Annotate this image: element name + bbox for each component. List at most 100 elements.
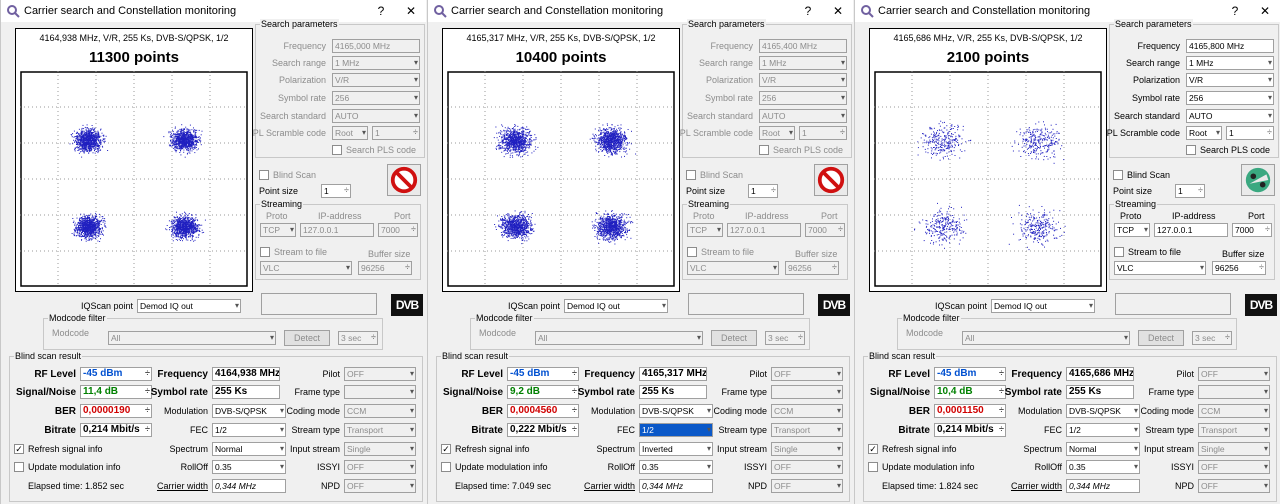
blind-scan-checkbox[interactable]: [686, 170, 696, 180]
pl-scramble-code[interactable]: 1: [1226, 126, 1274, 140]
proto-select[interactable]: TCP: [260, 223, 296, 237]
help-button[interactable]: ?: [1220, 4, 1250, 18]
search-standard-select[interactable]: AUTO: [1186, 109, 1274, 123]
iqscan-select[interactable]: Demod IQ out: [991, 299, 1095, 313]
detect-button[interactable]: Detect: [1138, 330, 1184, 346]
port-spinner[interactable]: 7000: [805, 223, 845, 237]
search-range-label: Search range: [271, 58, 326, 68]
pl-scramble-code[interactable]: 1: [372, 126, 420, 140]
search-standard-select[interactable]: AUTO: [759, 109, 847, 123]
help-button[interactable]: ?: [793, 4, 823, 18]
rolloff-select[interactable]: 0.35: [1066, 460, 1140, 474]
modulation-select[interactable]: DVB-S/QPSK: [639, 404, 713, 418]
carrier-width-link[interactable]: Carrier width: [157, 481, 208, 491]
port-spinner[interactable]: 7000: [378, 223, 418, 237]
symbol-rate-select[interactable]: 256: [759, 91, 847, 105]
search-pls-checkbox[interactable]: [332, 145, 342, 155]
blind-scan-checkbox[interactable]: [259, 170, 269, 180]
modcode-filter-title: Modcode filter: [475, 313, 534, 323]
pl-scramble-select[interactable]: Root: [1186, 126, 1222, 140]
close-button[interactable]: ✕: [1250, 4, 1280, 18]
polarization-select[interactable]: V/R: [759, 73, 847, 87]
search-range-select[interactable]: 1 MHz: [759, 56, 847, 70]
bitrate-value: 0,214 Mbit/s: [80, 423, 152, 437]
help-button[interactable]: ?: [366, 4, 396, 18]
close-button[interactable]: ✕: [396, 4, 426, 18]
detect-time-spinner[interactable]: 3 sec: [765, 331, 805, 345]
search-pls-checkbox[interactable]: [759, 145, 769, 155]
pl-scramble-code[interactable]: 1: [799, 126, 847, 140]
buffer-size-spinner[interactable]: 96256: [1212, 261, 1266, 275]
stream-type-select: Transport: [344, 423, 416, 437]
polarization-select[interactable]: V/R: [332, 73, 420, 87]
player-select[interactable]: VLC: [1114, 261, 1206, 275]
modcode-select[interactable]: All: [962, 331, 1130, 345]
frequency-field[interactable]: 4165,800 MHz: [1186, 39, 1274, 53]
stop-icon[interactable]: [814, 164, 848, 196]
point-size-spinner[interactable]: 1: [748, 184, 778, 198]
refresh-signal-checkbox[interactable]: ✓: [868, 444, 878, 454]
rolloff-select[interactable]: 0.35: [212, 460, 286, 474]
ip-field[interactable]: 127.0.0.1: [1154, 223, 1228, 237]
search-range-select[interactable]: 1 MHz: [1186, 56, 1274, 70]
symbol-rate-select[interactable]: 256: [1186, 91, 1274, 105]
player-select[interactable]: VLC: [260, 261, 352, 275]
pl-scramble-select[interactable]: Root: [759, 126, 795, 140]
carrier-width-link[interactable]: Carrier width: [584, 481, 635, 491]
frequency-field[interactable]: 4165,000 MHz: [332, 39, 420, 53]
satellite-icon[interactable]: [1241, 164, 1275, 196]
fec-select[interactable]: 1/2: [1066, 423, 1140, 437]
rolloff-select[interactable]: 0.35: [639, 460, 713, 474]
fec-select[interactable]: 1/2: [639, 423, 713, 437]
search-standard-select[interactable]: AUTO: [332, 109, 420, 123]
detect-time-spinner[interactable]: 3 sec: [1192, 331, 1232, 345]
spectrum-select[interactable]: Normal: [212, 442, 286, 456]
point-size-spinner[interactable]: 1: [321, 184, 351, 198]
proto-select[interactable]: TCP: [687, 223, 723, 237]
iqscan-select[interactable]: Demod IQ out: [137, 299, 241, 313]
search-pls-checkbox[interactable]: [1186, 145, 1196, 155]
pl-scramble-select[interactable]: Root: [332, 126, 368, 140]
points-count: 2100 points: [946, 49, 1030, 66]
player-select[interactable]: VLC: [687, 261, 779, 275]
proto-select[interactable]: TCP: [1114, 223, 1150, 237]
update-modulation-checkbox[interactable]: [441, 462, 451, 472]
detect-button[interactable]: Detect: [711, 330, 757, 346]
iqscan-select[interactable]: Demod IQ out: [564, 299, 668, 313]
stream-to-file-checkbox[interactable]: [687, 247, 697, 257]
refresh-signal-checkbox[interactable]: ✓: [14, 444, 24, 454]
refresh-signal-checkbox[interactable]: ✓: [441, 444, 451, 454]
blind-scan-checkbox[interactable]: [1113, 170, 1123, 180]
stream-to-file-checkbox[interactable]: [1114, 247, 1124, 257]
update-modulation-checkbox[interactable]: [14, 462, 24, 472]
search-standard-label: Search standard: [686, 111, 753, 121]
buffer-size-spinner[interactable]: 96256: [785, 261, 839, 275]
fec-select[interactable]: 1/2: [212, 423, 286, 437]
polarization-select[interactable]: V/R: [1186, 73, 1274, 87]
ip-field[interactable]: 127.0.0.1: [727, 223, 801, 237]
port-spinner[interactable]: 7000: [1232, 223, 1272, 237]
ip-field[interactable]: 127.0.0.1: [300, 223, 374, 237]
carrier-width-link[interactable]: Carrier width: [1011, 481, 1062, 491]
modcode-label: Modcode: [479, 328, 517, 338]
point-size-spinner[interactable]: 1: [1175, 184, 1205, 198]
spectrum-select[interactable]: Inverted: [639, 442, 713, 456]
title-bar: Carrier search and Constellation monitor…: [428, 0, 853, 22]
search-range-select[interactable]: 1 MHz: [332, 56, 420, 70]
detect-time-spinner[interactable]: 3 sec: [338, 331, 378, 345]
snr-value: 10,4 dB: [934, 385, 1006, 399]
detect-button[interactable]: Detect: [284, 330, 330, 346]
buffer-size-spinner[interactable]: 96256: [358, 261, 412, 275]
modcode-select[interactable]: All: [108, 331, 276, 345]
spectrum-select[interactable]: Normal: [1066, 442, 1140, 456]
issyi-label: ISSYI: [1170, 462, 1194, 472]
modulation-select[interactable]: DVB-S/QPSK: [1066, 404, 1140, 418]
stop-icon[interactable]: [387, 164, 421, 196]
modcode-select[interactable]: All: [535, 331, 703, 345]
frequency-field[interactable]: 4165,400 MHz: [759, 39, 847, 53]
symbol-rate-select[interactable]: 256: [332, 91, 420, 105]
stream-to-file-checkbox[interactable]: [260, 247, 270, 257]
update-modulation-checkbox[interactable]: [868, 462, 878, 472]
modulation-select[interactable]: DVB-S/QPSK: [212, 404, 286, 418]
close-button[interactable]: ✕: [823, 4, 853, 18]
